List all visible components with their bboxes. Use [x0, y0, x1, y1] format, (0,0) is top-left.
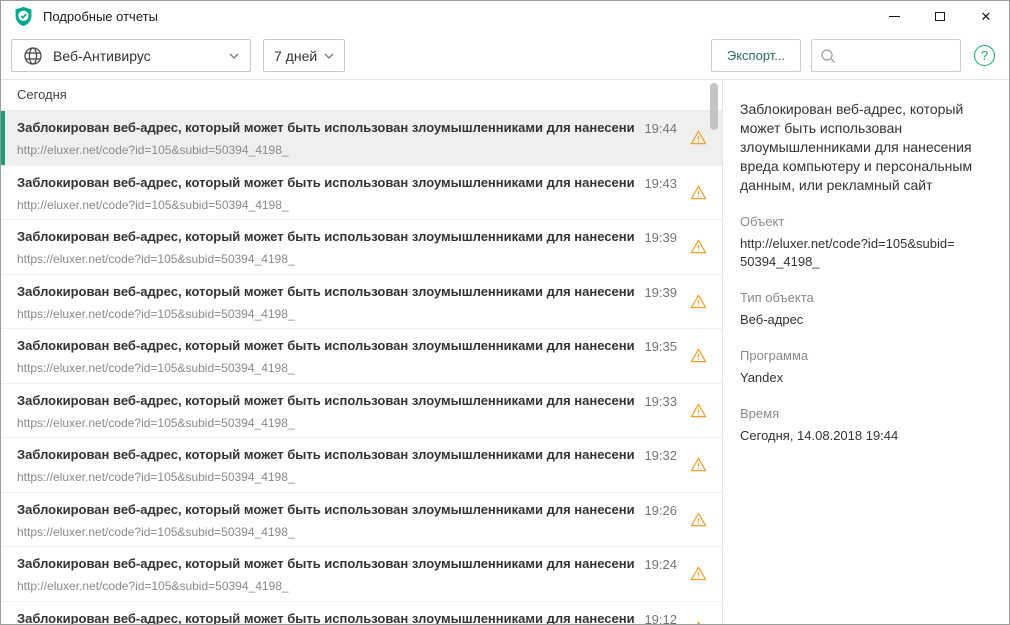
event-url: http://eluxer.net/code?id=105&subid=5039… — [17, 143, 634, 157]
warning-icon — [690, 566, 708, 601]
globe-icon — [23, 46, 43, 66]
maximize-button[interactable] — [917, 1, 963, 32]
event-row[interactable]: Заблокирован веб-адрес, который может бы… — [1, 438, 722, 493]
warning-icon — [690, 512, 708, 547]
event-time: 19:43 — [644, 176, 677, 220]
warning-icon — [690, 403, 708, 438]
chevron-down-icon — [229, 53, 239, 59]
search-input[interactable] — [842, 48, 952, 63]
main-area: Сегодня Заблокирован веб-адрес, который … — [1, 80, 1009, 624]
warning-icon — [690, 239, 708, 274]
event-row[interactable]: Заблокирован веб-адрес, который может бы… — [1, 166, 722, 221]
maximize-icon — [935, 12, 945, 21]
event-row[interactable]: Заблокирован веб-адрес, который может бы… — [1, 329, 722, 384]
event-title: Заблокирован веб-адрес, который может бы… — [17, 338, 634, 353]
event-time: 19:39 — [644, 230, 677, 274]
event-row[interactable]: Заблокирован веб-адрес, который может бы… — [1, 547, 722, 602]
period-filter-dropdown[interactable]: 7 дней — [263, 39, 345, 72]
detail-label: Тип объекта — [740, 290, 991, 305]
event-row[interactable]: Заблокирован веб-адрес, который может бы… — [1, 602, 722, 625]
titlebar: Подробные отчеты ✕ — [1, 1, 1009, 32]
event-title: Заблокирован веб-адрес, который может бы… — [17, 556, 634, 571]
minimize-button[interactable] — [871, 1, 917, 32]
event-title: Заблокирован веб-адрес, который может бы… — [17, 502, 634, 517]
minimize-icon — [889, 16, 900, 17]
chevron-down-icon — [324, 53, 334, 59]
warning-icon — [690, 130, 708, 165]
event-time: 19:32 — [644, 448, 677, 492]
search-icon — [820, 48, 836, 64]
event-title: Заблокирован веб-адрес, который может бы… — [17, 611, 634, 625]
event-time: 19:44 — [644, 121, 677, 165]
event-title: Заблокирован веб-адрес, который может бы… — [17, 447, 634, 462]
event-time: 19:39 — [644, 285, 677, 329]
window-title: Подробные отчеты — [43, 9, 158, 24]
event-url: https://eluxer.net/code?id=105&subid=503… — [17, 307, 634, 321]
event-title: Заблокирован веб-адрес, который может бы… — [17, 175, 634, 190]
detail-fields: Объект http://eluxer.net/code?id=105&sub… — [740, 214, 991, 445]
detail-value: Yandex — [740, 369, 960, 387]
detail-label: Объект — [740, 214, 991, 229]
warning-icon — [690, 294, 708, 329]
details-panel: Заблокирован веб-адрес, который может бы… — [723, 80, 1009, 624]
warning-icon — [690, 621, 708, 625]
detail-value: Сегодня, 14.08.2018 19:44 — [740, 427, 960, 445]
event-title: Заблокирован веб-адрес, который может бы… — [17, 120, 634, 135]
scrollbar-thumb[interactable] — [710, 83, 718, 130]
event-row[interactable]: Заблокирован веб-адрес, который может бы… — [1, 220, 722, 275]
detail-label: Программа — [740, 348, 991, 363]
close-button[interactable]: ✕ — [963, 1, 1009, 32]
app-shield-icon — [14, 6, 33, 27]
event-time: 19:24 — [644, 557, 677, 601]
event-row[interactable]: Заблокирован веб-адрес, который может бы… — [1, 275, 722, 330]
event-title: Заблокирован веб-адрес, который может бы… — [17, 229, 634, 244]
list-group-header: Сегодня — [1, 80, 722, 111]
period-filter-value: 7 дней — [274, 48, 317, 64]
event-time: 19:33 — [644, 394, 677, 438]
event-url: http://eluxer.net/code?id=105&subid=5039… — [17, 579, 634, 593]
event-row[interactable]: Заблокирован веб-адрес, который может бы… — [1, 111, 722, 166]
search-box[interactable] — [811, 39, 961, 72]
event-url: https://eluxer.net/code?id=105&subid=503… — [17, 361, 634, 375]
warning-icon — [690, 185, 708, 220]
help-icon[interactable]: ? — [974, 45, 995, 66]
event-time: 19:26 — [644, 503, 677, 547]
export-button[interactable]: Экспорт... — [711, 39, 801, 72]
component-filter-value: Веб-Антивирус — [53, 48, 151, 64]
toolbar: Веб-Антивирус 7 дней Экспорт... ? — [1, 32, 1009, 80]
event-time: 19:12 — [644, 612, 677, 625]
event-list: Заблокирован веб-адрес, который может бы… — [1, 111, 722, 624]
detailed-reports-window: Подробные отчеты ✕ Веб-Антивирус — [0, 0, 1010, 625]
event-title: Заблокирован веб-адрес, который может бы… — [17, 393, 634, 408]
component-filter-dropdown[interactable]: Веб-Антивирус — [11, 39, 251, 72]
event-description: Заблокирован веб-адрес, который может бы… — [740, 100, 991, 195]
event-url: https://eluxer.net/code?id=105&subid=503… — [17, 525, 634, 539]
event-list-panel: Сегодня Заблокирован веб-адрес, который … — [1, 80, 723, 624]
event-time: 19:35 — [644, 339, 677, 383]
event-row[interactable]: Заблокирован веб-адрес, который может бы… — [1, 384, 722, 439]
detail-value: http://eluxer.net/code?id=105&subid=5039… — [740, 235, 960, 271]
detail-value: Веб-адрес — [740, 311, 960, 329]
event-url: http://eluxer.net/code?id=105&subid=5039… — [17, 198, 634, 212]
close-icon: ✕ — [981, 10, 992, 23]
event-title: Заблокирован веб-адрес, который может бы… — [17, 284, 634, 299]
warning-icon — [690, 348, 708, 383]
warning-icon — [690, 457, 708, 492]
event-url: https://eluxer.net/code?id=105&subid=503… — [17, 470, 634, 484]
window-controls: ✕ — [871, 1, 1009, 32]
event-url: https://eluxer.net/code?id=105&subid=503… — [17, 416, 634, 430]
event-row[interactable]: Заблокирован веб-адрес, который может бы… — [1, 493, 722, 548]
detail-label: Время — [740, 406, 991, 421]
event-url: https://eluxer.net/code?id=105&subid=503… — [17, 252, 634, 266]
